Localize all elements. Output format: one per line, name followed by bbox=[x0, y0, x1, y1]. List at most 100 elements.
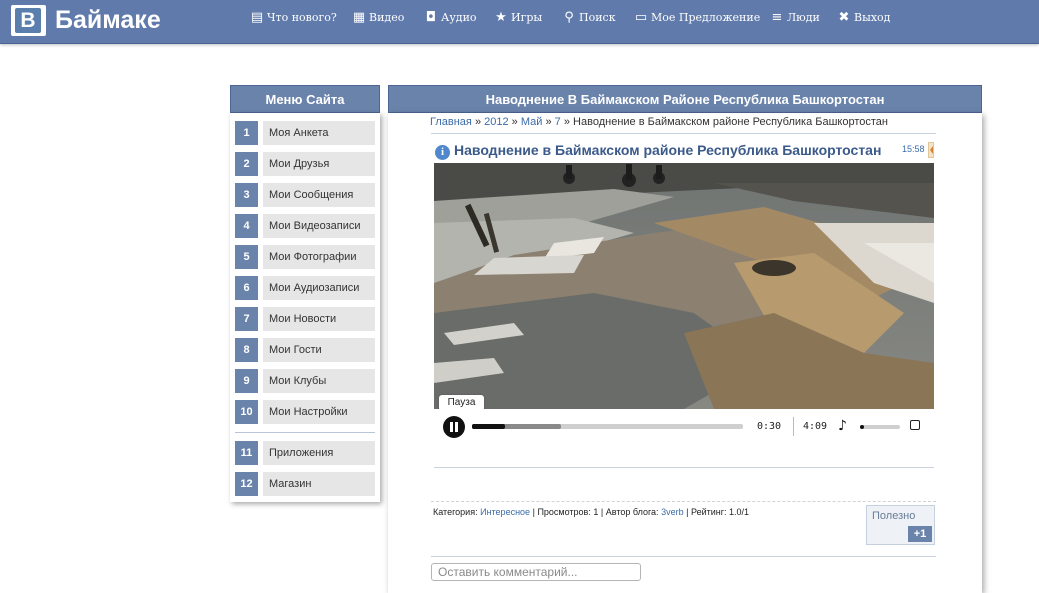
author-link[interactable]: 3verb bbox=[661, 507, 684, 517]
menu-item-number: 5 bbox=[235, 245, 258, 269]
monitor-icon: ▭ bbox=[634, 10, 648, 25]
breadcrumb-separator: » bbox=[563, 116, 570, 128]
menu-item-number: 6 bbox=[235, 276, 258, 300]
volume-slider[interactable] bbox=[860, 425, 900, 429]
menu-item-number: 4 bbox=[235, 214, 258, 238]
menu-item-number: 9 bbox=[235, 369, 258, 393]
nav-label: Что нового? bbox=[267, 11, 337, 24]
meta-separator: | bbox=[600, 507, 604, 517]
category-link[interactable]: Интересное bbox=[480, 507, 530, 517]
close-icon: ✖ bbox=[838, 10, 850, 25]
nav-logout[interactable]: ✖ Выход bbox=[837, 9, 891, 27]
site-menu: 1 Моя Анкета 2 Мои Друзья 3 Мои Сообщения 4… bbox=[230, 113, 380, 502]
post-meta: Категория: Интересное | Просмотров: 1 | … bbox=[433, 506, 749, 519]
logo-icon[interactable]: В bbox=[15, 8, 41, 33]
nav-people[interactable]: ≡ Люди bbox=[770, 9, 820, 27]
duration: 4:09 bbox=[803, 421, 828, 432]
breadcrumb: Главная » 2012 » Май » 7 » Наводнение в … bbox=[430, 115, 888, 129]
nav-games[interactable]: ★ Игры bbox=[494, 9, 542, 27]
breadcrumb-month[interactable]: Май bbox=[521, 116, 543, 128]
video-icon: ▦ bbox=[352, 10, 366, 25]
breadcrumb-day[interactable]: 7 bbox=[555, 116, 561, 128]
volume-level bbox=[860, 425, 864, 429]
flood-scene bbox=[434, 163, 934, 409]
menu-item-label: Мои Гости bbox=[263, 338, 375, 362]
divider bbox=[431, 133, 936, 134]
breadcrumb-year[interactable]: 2012 bbox=[484, 116, 508, 128]
menu-item-number: 7 bbox=[235, 307, 258, 331]
breadcrumb-separator: » bbox=[545, 116, 552, 128]
views-count: 1 bbox=[593, 507, 599, 517]
views-label: Просмотров: bbox=[537, 507, 591, 517]
seek-played bbox=[472, 424, 505, 429]
nav-label: Поиск bbox=[579, 11, 616, 24]
nav-label: Мое Предложение bbox=[651, 11, 761, 24]
seek-bar[interactable] bbox=[472, 424, 743, 429]
news-icon: ▤ bbox=[250, 10, 264, 25]
video-frame[interactable] bbox=[434, 163, 934, 409]
nav-label: Игры bbox=[511, 11, 543, 24]
rating-label: Рейтинг: bbox=[690, 507, 727, 517]
prev-arrow-icon[interactable] bbox=[928, 142, 934, 158]
nav-label: Люди bbox=[787, 11, 820, 24]
useful-button[interactable]: Полезно +1 bbox=[866, 505, 935, 545]
menu-item-number: 11 bbox=[235, 441, 258, 465]
menu-item-label: Приложения bbox=[263, 441, 375, 465]
time-divider bbox=[793, 417, 794, 436]
menu-item-number: 12 bbox=[235, 472, 258, 496]
article-title[interactable]: Наводнение в Баймакском районе Республик… bbox=[454, 141, 881, 159]
menu-item-label: Магазин bbox=[263, 472, 375, 496]
category-label: Категория: bbox=[433, 507, 478, 517]
nav-label: Видео bbox=[369, 11, 405, 24]
menu-item-label: Мои Клубы bbox=[263, 369, 375, 393]
menu-title: Меню Сайта bbox=[230, 85, 380, 113]
comment-input[interactable] bbox=[431, 563, 641, 581]
rating-value: 1.0/1 bbox=[729, 507, 750, 517]
site-name[interactable]: Баймаке bbox=[55, 5, 161, 35]
meta-divider bbox=[431, 501, 936, 502]
info-icon: i bbox=[435, 145, 450, 160]
menu-item-label: Мои Видеозаписи bbox=[263, 214, 375, 238]
content-header: Наводнение В Баймакском Районе Республик… bbox=[388, 85, 982, 113]
menu-item-label: Мои Фотографии bbox=[263, 245, 375, 269]
menu-divider bbox=[235, 432, 375, 433]
audio-icon: ◘ bbox=[425, 10, 437, 25]
search-icon: ⚲ bbox=[564, 10, 574, 25]
fullscreen-icon[interactable] bbox=[910, 420, 920, 430]
useful-count: +1 bbox=[908, 526, 932, 542]
nav-search[interactable]: ⚲ Поиск bbox=[562, 9, 616, 27]
nav-label: Выход bbox=[854, 11, 891, 24]
menu-item-number: 8 bbox=[235, 338, 258, 362]
nav-my-offer[interactable]: ▭ Мое Предложение bbox=[634, 9, 760, 27]
divider bbox=[431, 556, 936, 557]
nav-audio[interactable]: ◘ Аудио bbox=[424, 9, 477, 27]
breadcrumb-separator: » bbox=[511, 116, 518, 128]
menu-item-label: Мои Сообщения bbox=[263, 183, 375, 207]
current-time: 0:30 bbox=[757, 421, 782, 432]
author-label: Автор блога: bbox=[605, 507, 659, 517]
menu-item-number: 10 bbox=[235, 400, 258, 424]
meta-separator: | bbox=[686, 507, 689, 517]
nav-label: Аудио bbox=[441, 11, 477, 24]
menu-item-number: 3 bbox=[235, 183, 258, 207]
star-icon: ★ bbox=[495, 10, 507, 25]
breadcrumb-home[interactable]: Главная bbox=[430, 116, 472, 128]
music-note-icon[interactable]: ♪ bbox=[838, 418, 847, 434]
menu-item-label: Мои Аудиозаписи bbox=[263, 276, 375, 300]
nav-video[interactable]: ▦ Видео bbox=[352, 9, 404, 27]
menu-item-label: Мои Настройки bbox=[263, 400, 375, 424]
useful-label: Полезно bbox=[872, 510, 916, 522]
list-icon: ≡ bbox=[771, 10, 783, 25]
menu-item-number: 1 bbox=[235, 121, 258, 145]
menu-item-label: Мои Новости bbox=[263, 307, 375, 331]
nav-whats-new[interactable]: ▤ Что нового? bbox=[250, 9, 337, 27]
menu-item-label: Мои Друзья bbox=[263, 152, 375, 176]
divider bbox=[434, 467, 934, 468]
menu-item-label: Моя Анкета bbox=[263, 121, 375, 145]
pause-button[interactable] bbox=[443, 416, 465, 438]
meta-separator: | bbox=[532, 507, 535, 517]
article-time: 15:58 bbox=[902, 144, 925, 154]
breadcrumb-current: Наводнение в Баймакском районе Республик… bbox=[573, 116, 889, 128]
menu-item-number: 2 bbox=[235, 152, 258, 176]
breadcrumb-separator: » bbox=[474, 116, 482, 128]
